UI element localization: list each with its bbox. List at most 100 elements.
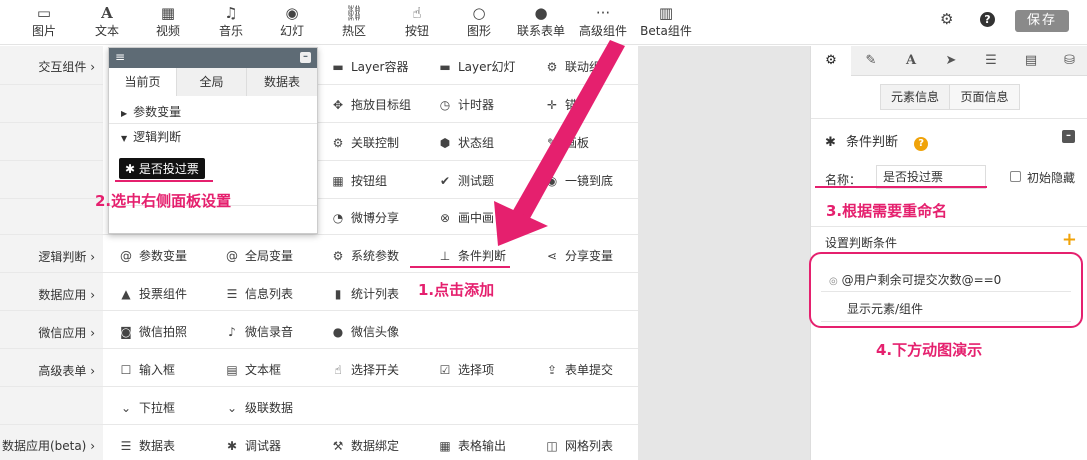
help-icon[interactable]: ?: [980, 12, 995, 27]
component-drawing-board[interactable]: ✎ 画板: [545, 134, 589, 151]
tab-element-info[interactable]: 元素信息: [880, 84, 950, 110]
divider: [811, 118, 1087, 119]
component-condition[interactable]: ⊥ 条件判断: [438, 247, 506, 264]
category-data-apps[interactable]: 数据应用 ›: [38, 286, 95, 303]
component-vote[interactable]: ▲ 投票组件: [119, 285, 187, 302]
component-system-param[interactable]: ⚙ 系统参数: [331, 247, 399, 264]
component-data-binding[interactable]: ⚒ 数据绑定: [331, 437, 399, 454]
tree-item-param-variable[interactable]: ▶ 参数变量: [109, 100, 317, 124]
divider: [318, 84, 638, 85]
toolbar-shape-button[interactable]: ○ 图形: [451, 3, 507, 39]
database-icon[interactable]: ⛁: [1051, 46, 1087, 76]
component-stats-list[interactable]: ▮ 统计列表: [331, 285, 399, 302]
toolbar-image-button[interactable]: ▭ 图片: [16, 3, 72, 39]
component-quiz[interactable]: ✔ 测试题: [438, 172, 494, 189]
component-option[interactable]: ☑ 选择项: [438, 361, 494, 378]
document-icon[interactable]: ▤: [1011, 46, 1051, 76]
category-interactive[interactable]: 交互组件 ›: [38, 58, 95, 75]
component-picture-in-picture[interactable]: ⊗ 画中画: [438, 209, 494, 226]
tab-page-info[interactable]: 页面信息: [950, 84, 1020, 110]
component-info-list[interactable]: ☰ 信息列表: [225, 285, 293, 302]
divider: [0, 424, 638, 425]
component-textarea[interactable]: ▤ 文本框: [225, 361, 281, 378]
component-anchor[interactable]: ✛ 锚点: [545, 96, 589, 113]
component-wechat-record[interactable]: ♪ 微信录音: [225, 323, 293, 340]
link-icon: ⛓: [344, 4, 364, 22]
caret-down-icon: ▼: [121, 134, 128, 143]
component-dropdown[interactable]: ⌄ 下拉框: [119, 399, 175, 416]
component-timer[interactable]: ◷ 计时器: [438, 96, 494, 113]
component-data-table[interactable]: ☰ 数据表: [119, 437, 175, 454]
help-icon[interactable]: ?: [914, 137, 929, 151]
component-wechat-avatar[interactable]: ● 微信头像: [331, 323, 399, 340]
divider: [0, 272, 638, 273]
toolbar-text-button[interactable]: A 文本: [79, 3, 135, 39]
camera-icon: ◙: [120, 325, 132, 339]
collapse-icon[interactable]: –: [1062, 130, 1075, 143]
save-button[interactable]: 保存: [1015, 10, 1069, 32]
tree-item-logic[interactable]: ▼ 逻辑判断: [109, 125, 317, 149]
category-advanced-form[interactable]: 高级表单 ›: [38, 362, 95, 379]
gear-icon[interactable]: ⚙: [940, 10, 953, 28]
divider: [0, 234, 638, 235]
component-wechat-photo[interactable]: ◙ 微信拍照: [119, 323, 187, 340]
category-wechat[interactable]: 微信应用 ›: [38, 324, 95, 341]
tab-global[interactable]: 全局: [177, 68, 247, 96]
component-link-control[interactable]: ⚙ 关联控制: [331, 134, 399, 151]
component-linkage[interactable]: ⚙ 联动组件: [545, 58, 613, 75]
font-icon[interactable]: A: [891, 46, 931, 76]
component-layer-container[interactable]: ▬ Layer容器: [331, 58, 408, 75]
component-table-output[interactable]: ▦ 表格输出: [438, 437, 506, 454]
component-debugger[interactable]: ✱ 调试器: [225, 437, 281, 454]
toolbar-button-button[interactable]: ☝ 按钮: [389, 3, 445, 39]
component-drag-target[interactable]: ✥ 拖放目标组: [331, 96, 411, 113]
component-button-group[interactable]: ▦ 按钮组: [331, 172, 387, 189]
toolbar-beta-button[interactable]: ▥ Beta组件: [637, 3, 695, 39]
pencil-icon[interactable]: ✎: [851, 46, 891, 76]
hand-pointer-icon: ☝: [412, 4, 422, 22]
toolbar-advanced-button[interactable]: ··· 高级组件: [574, 3, 632, 39]
component-layer-slide[interactable]: ▬ Layer幻灯: [438, 58, 515, 75]
divider: [0, 160, 103, 161]
list-icon[interactable]: ☰: [971, 46, 1011, 76]
category-logic[interactable]: 逻辑判断 ›: [38, 248, 95, 265]
edit-icon: ✎: [546, 136, 558, 150]
gear-icon[interactable]: ⚙: [811, 46, 851, 76]
component-one-shot[interactable]: ◉ 一镜到底: [545, 172, 613, 189]
divider: [0, 348, 638, 349]
component-toggle[interactable]: ☝ 选择开关: [331, 361, 399, 378]
toolbar-slideshow-button[interactable]: ◉ 幻灯: [264, 3, 320, 39]
send-icon[interactable]: ➤: [931, 46, 971, 76]
divider: [0, 386, 638, 387]
component-form-submit[interactable]: ⇪ 表单提交: [545, 361, 613, 378]
menu-icon[interactable]: ≡: [115, 50, 125, 64]
caret-right-icon: ▶: [121, 109, 128, 118]
toolbar-contact-form-button[interactable]: ● 联系表单: [512, 3, 570, 39]
circle-icon: ○: [472, 4, 486, 22]
selected-condition-item[interactable]: ✱ 是否投过票: [119, 158, 205, 179]
tab-current-page[interactable]: 当前页: [109, 68, 177, 96]
component-share-variable[interactable]: ⋖ 分享变量: [545, 247, 613, 264]
initial-hidden-checkbox[interactable]: [1010, 171, 1021, 182]
image-icon: ▭: [36, 4, 52, 22]
music-icon: ♫: [224, 4, 238, 22]
popup-header: ≡ –: [109, 48, 317, 68]
component-state-group[interactable]: ⬢ 状态组: [438, 134, 494, 151]
component-param-variable[interactable]: @ 参数变量: [119, 247, 187, 264]
textarea-icon: ▤: [226, 363, 238, 377]
component-input[interactable]: ☐ 输入框: [119, 361, 175, 378]
component-grid-list[interactable]: ◫ 网格列表: [545, 437, 613, 454]
editor-canvas[interactable]: [638, 46, 810, 460]
component-cascade[interactable]: ⌄ 级联数据: [225, 399, 293, 416]
tab-data-table[interactable]: 数据表: [247, 68, 317, 96]
building-icon: ▥: [658, 4, 674, 22]
add-condition-icon[interactable]: +: [1062, 229, 1077, 250]
component-global-variable[interactable]: @ 全局变量: [225, 247, 293, 264]
thumbs-up-icon: ▲: [121, 287, 131, 301]
collapse-icon[interactable]: –: [300, 52, 311, 63]
component-weibo-share[interactable]: ◔ 微博分享: [331, 209, 399, 226]
toolbar-video-button[interactable]: ▦ 视频: [140, 3, 196, 39]
toolbar-music-button[interactable]: ♫ 音乐: [203, 3, 259, 39]
category-data-beta[interactable]: 数据应用(beta) ›: [2, 437, 95, 454]
toolbar-hotspot-button[interactable]: ⛓ 热区: [326, 3, 382, 39]
